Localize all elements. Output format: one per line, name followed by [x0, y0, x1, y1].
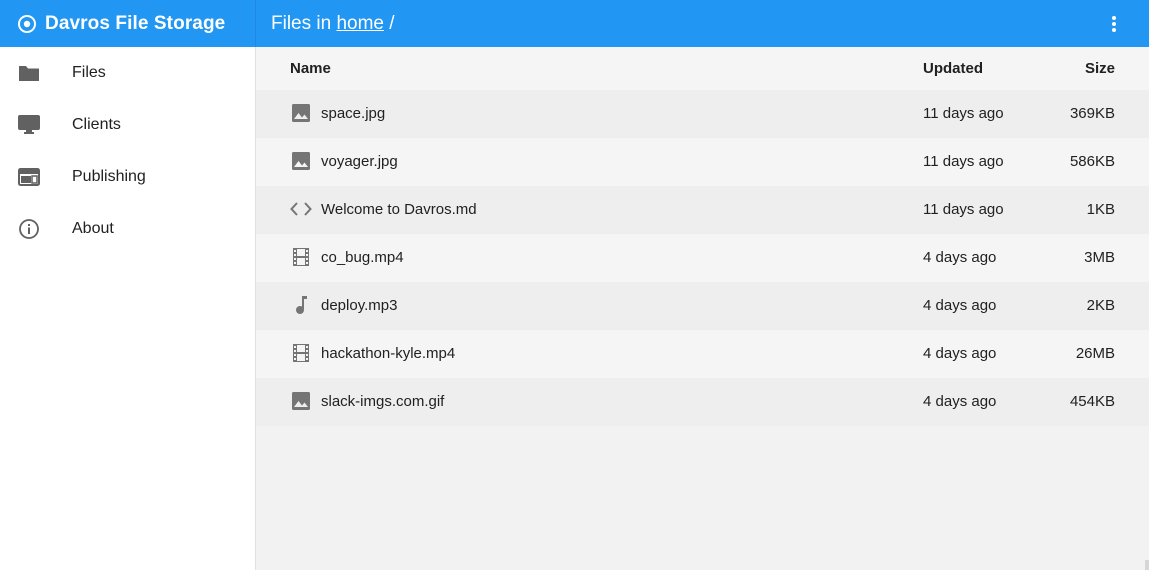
info-icon [17, 217, 41, 241]
file-list: Name Updated Size space.jpg 11 days ago … [256, 47, 1149, 570]
image-icon [290, 102, 312, 124]
sidebar-item-about[interactable]: About [0, 203, 255, 255]
table-row[interactable]: co_bug.mp4 4 days ago 3MB [256, 234, 1149, 282]
more-vert-icon[interactable] [1103, 13, 1125, 35]
breadcrumb-separator: / [384, 12, 395, 34]
scrollbar[interactable] [1145, 560, 1149, 570]
table-row[interactable]: Welcome to Davros.md 11 days ago 1KB [256, 186, 1149, 234]
image-icon [290, 150, 312, 172]
file-updated: 4 days ago [923, 393, 997, 410]
column-header-size[interactable]: Size [1085, 60, 1115, 77]
file-name[interactable]: hackathon-kyle.mp4 [321, 345, 455, 362]
table-row[interactable]: voyager.jpg 11 days ago 586KB [256, 138, 1149, 186]
breadcrumb-prefix: Files in [271, 12, 337, 34]
app-bar: Files in home / [256, 0, 1149, 47]
app-root: Davros File Storage Files in home / File… [0, 0, 1149, 570]
file-name[interactable]: voyager.jpg [321, 153, 398, 170]
table-row[interactable]: hackathon-kyle.mp4 4 days ago 26MB [256, 330, 1149, 378]
web-window-icon [17, 165, 41, 189]
music-note-icon [290, 294, 312, 316]
sidebar-item-label: Clients [72, 116, 121, 133]
film-icon [290, 342, 312, 364]
monitor-icon [17, 113, 41, 137]
file-updated: 4 days ago [923, 249, 997, 266]
file-name[interactable]: deploy.mp3 [321, 297, 397, 314]
column-header-name[interactable]: Name [290, 60, 331, 77]
table-row[interactable]: deploy.mp3 4 days ago 2KB [256, 282, 1149, 330]
sidebar: Files Clients Publishing About [0, 47, 256, 570]
table-row[interactable]: slack-imgs.com.gif 4 days ago 454KB [256, 378, 1149, 426]
breadcrumb-home-link[interactable]: home [336, 13, 384, 34]
brand-bar: Davros File Storage [0, 0, 255, 47]
file-size: 26MB [1075, 345, 1115, 362]
sidebar-item-label: Files [72, 64, 106, 81]
file-name[interactable]: co_bug.mp4 [321, 249, 404, 266]
file-name[interactable]: space.jpg [321, 105, 385, 122]
file-size: 369KB [1069, 105, 1115, 122]
film-icon [290, 246, 312, 268]
table-header: Name Updated Size [256, 47, 1149, 90]
file-name[interactable]: Welcome to Davros.md [321, 201, 477, 218]
table-row[interactable]: space.jpg 11 days ago 369KB [256, 90, 1149, 138]
file-size: 2KB [1086, 297, 1115, 314]
file-name[interactable]: slack-imgs.com.gif [321, 393, 444, 410]
file-size: 586KB [1069, 153, 1115, 170]
sidebar-item-label: About [72, 220, 114, 237]
sidebar-item-publishing[interactable]: Publishing [0, 151, 255, 203]
folder-icon [17, 61, 41, 85]
file-updated: 11 days ago [923, 201, 1004, 218]
file-size: 1KB [1086, 201, 1115, 218]
file-updated: 4 days ago [923, 345, 997, 362]
radio-target-icon [17, 14, 37, 34]
file-size: 3MB [1084, 249, 1115, 266]
app-title: Davros File Storage [45, 12, 226, 34]
code-icon [290, 198, 312, 220]
sidebar-item-clients[interactable]: Clients [0, 99, 255, 151]
image-icon [290, 390, 312, 412]
column-header-updated[interactable]: Updated [923, 60, 983, 77]
file-updated: 11 days ago [923, 105, 1004, 122]
sidebar-item-files[interactable]: Files [0, 47, 255, 99]
file-updated: 11 days ago [923, 153, 1004, 170]
breadcrumb: Files in home / [271, 13, 395, 35]
sidebar-item-label: Publishing [72, 168, 146, 185]
file-updated: 4 days ago [923, 297, 997, 314]
file-size: 454KB [1069, 393, 1115, 410]
